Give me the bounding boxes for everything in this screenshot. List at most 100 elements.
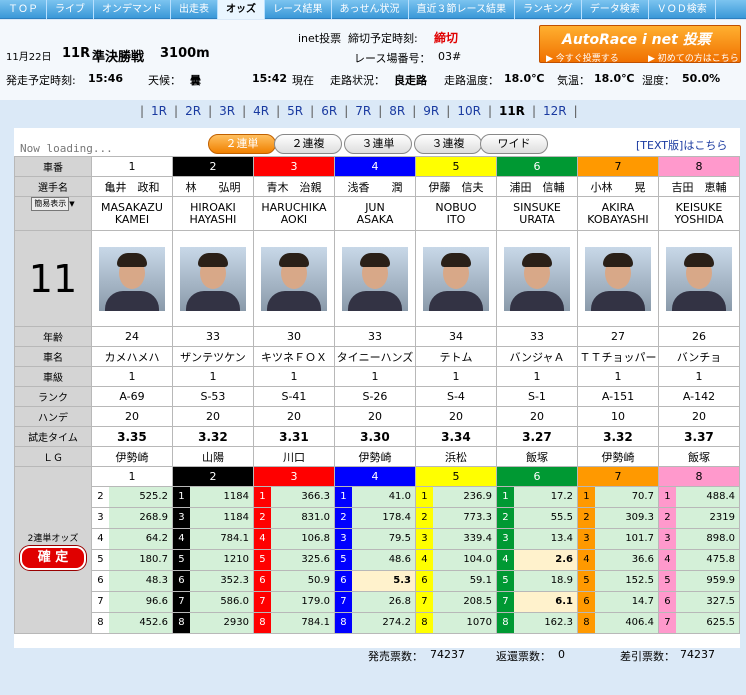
odds-cell[interactable]: 1 41.0	[333, 486, 416, 508]
race-tab-1R[interactable]: 1R	[144, 100, 174, 122]
odds-cell[interactable]: 7 586.0	[171, 591, 254, 613]
race-tab-2R[interactable]: 2R	[178, 100, 208, 122]
odds-cell[interactable]: 6 59.1	[414, 570, 497, 592]
odds-cell[interactable]: 1 17.2	[495, 486, 578, 508]
odds-cell[interactable]: 3 13.4	[495, 528, 578, 550]
race-tab-9R[interactable]: 9R	[416, 100, 446, 122]
odds-cell[interactable]: 1 70.7	[576, 486, 659, 508]
odds-cell[interactable]: 2 831.0	[252, 507, 335, 529]
odds-cell[interactable]: 4 2.6	[495, 549, 578, 571]
odds-cell[interactable]: 5 959.9	[657, 570, 741, 592]
odds-value: 179.0	[270, 592, 334, 612]
odds-cell[interactable]: 8 2930	[171, 612, 254, 634]
race-tab-12R[interactable]: 12R	[536, 100, 574, 122]
odds-cell[interactable]: 1 366.3	[252, 486, 335, 508]
odds-cell[interactable]: 8 452.6	[90, 612, 173, 634]
rider-name[interactable]: 青木 治親	[252, 176, 335, 197]
odds-cell[interactable]: 4 104.0	[414, 549, 497, 571]
race-tab-8R[interactable]: 8R	[382, 100, 412, 122]
odds-cell[interactable]: 2 773.3	[414, 507, 497, 529]
odds-cell[interactable]: 1 488.4	[657, 486, 741, 508]
odds-cell[interactable]: 5 18.9	[495, 570, 578, 592]
odds-cell[interactable]: 3 79.5	[333, 528, 416, 550]
odds-cell[interactable]: 2 2319	[657, 507, 741, 529]
nav-item-2[interactable]: オンデマンド	[94, 0, 171, 19]
odds-cell[interactable]: 6 5.3	[333, 570, 416, 592]
odds-cell[interactable]: 5 1210	[171, 549, 254, 571]
autorace-inet-banner[interactable]: AutoRace i net 投票 ▶ 今すぐ投票する ▶ 初めての方はこちら	[539, 25, 741, 64]
odds-cell[interactable]: 4 784.1	[171, 528, 254, 550]
text-version-link[interactable]: [TEXT版]はこちら	[636, 137, 727, 153]
rider-name[interactable]: 吉田 恵輔	[657, 176, 741, 197]
odds-cell[interactable]: 2 178.4	[333, 507, 416, 529]
odds-cell[interactable]: 8 1070	[414, 612, 497, 634]
nav-item-5[interactable]: レース結果	[265, 0, 332, 19]
odds-cell[interactable]: 4 106.8	[252, 528, 335, 550]
odds-cell[interactable]: 7 96.6	[90, 591, 173, 613]
rider-name[interactable]: 浦田 信輔	[495, 176, 578, 197]
nav-item-0[interactable]: ＴＯＰ	[0, 0, 47, 19]
race-tab-5R[interactable]: 5R	[280, 100, 310, 122]
rider-name[interactable]: 小林 晃	[576, 176, 659, 197]
odds-cell[interactable]: 4 475.8	[657, 549, 741, 571]
banner-vote-now-link[interactable]: ▶ 今すぐ投票する	[546, 51, 619, 64]
odds-cell[interactable]: 7 6.1	[495, 591, 578, 613]
odds-cell[interactable]: 6 14.7	[576, 591, 659, 613]
odds-cell[interactable]: 3 101.7	[576, 528, 659, 550]
rider-name[interactable]: 伊藤 信夫	[414, 176, 497, 197]
nav-item-6[interactable]: あっせん状況	[332, 0, 409, 19]
odds-cell[interactable]: 5 325.6	[252, 549, 335, 571]
odds-cell[interactable]: 2 525.2	[90, 486, 173, 508]
race-tab-4R[interactable]: 4R	[246, 100, 276, 122]
simple-display-select[interactable]: 簡易表示 ▼	[14, 196, 92, 231]
odds-cell[interactable]: 8 406.4	[576, 612, 659, 634]
nav-item-3[interactable]: 出走表	[171, 0, 218, 19]
odds-cell[interactable]: 7 208.5	[414, 591, 497, 613]
nav-item-4[interactable]: オッズ	[218, 0, 265, 19]
odds-cell[interactable]: 1 236.9	[414, 486, 497, 508]
odds-cell[interactable]: 3 268.9	[90, 507, 173, 529]
odds-cell[interactable]: 3 898.0	[657, 528, 741, 550]
odds-cell[interactable]: 2 309.3	[576, 507, 659, 529]
nav-item-8[interactable]: ランキング	[515, 0, 582, 19]
rider-name[interactable]: 林 弘明	[171, 176, 254, 197]
odds-cell[interactable]: 3 339.4	[414, 528, 497, 550]
odds-cell[interactable]: 4 64.2	[90, 528, 173, 550]
race-tab-3R[interactable]: 3R	[212, 100, 242, 122]
race-tab-7R[interactable]: 7R	[348, 100, 378, 122]
bet-type-button-4[interactable]: ワイド	[480, 134, 548, 154]
odds-cell[interactable]: 8 162.3	[495, 612, 578, 634]
rider-given-name-en: HARUCHIKA	[261, 200, 327, 214]
odds-cell[interactable]: 6 327.5	[657, 591, 741, 613]
odds-cell[interactable]: 2 55.5	[495, 507, 578, 529]
odds-cell[interactable]: 4 36.6	[576, 549, 659, 571]
nav-item-7[interactable]: 直近３節レース結果	[409, 0, 515, 19]
banner-first-time-link[interactable]: ▶ 初めての方はこちら	[648, 51, 739, 64]
nav-item-9[interactable]: データ検索	[582, 0, 649, 19]
odds-cell[interactable]: 7 625.5	[657, 612, 741, 634]
bet-type-button-0[interactable]: ２連単	[208, 134, 276, 154]
odds-cell[interactable]: 5 152.5	[576, 570, 659, 592]
bet-type-button-2[interactable]: ３連単	[344, 134, 412, 154]
rider-name-en: HIROAKI HAYASHI	[171, 196, 254, 231]
odds-cell[interactable]: 8 274.2	[333, 612, 416, 634]
odds-cell[interactable]: 3 1184	[171, 507, 254, 529]
odds-cell[interactable]: 1 1184	[171, 486, 254, 508]
race-tab-11R[interactable]: 11R	[492, 100, 532, 122]
race-tab-6R[interactable]: 6R	[314, 100, 344, 122]
odds-cell[interactable]: 5 48.6	[333, 549, 416, 571]
odds-cell[interactable]: 6 50.9	[252, 570, 335, 592]
nav-item-1[interactable]: ライブ	[47, 0, 94, 19]
bet-type-button-3[interactable]: ３連複	[414, 134, 482, 154]
odds-cell[interactable]: 7 26.8	[333, 591, 416, 613]
odds-cell[interactable]: 7 179.0	[252, 591, 335, 613]
rider-name[interactable]: 亀井 政和	[90, 176, 173, 197]
odds-cell[interactable]: 5 180.7	[90, 549, 173, 571]
race-tab-10R[interactable]: 10R	[450, 100, 488, 122]
nav-item-10[interactable]: ＶＯＤ検索	[649, 0, 716, 19]
rider-name[interactable]: 浅香 潤	[333, 176, 416, 197]
bet-type-button-1[interactable]: ２連複	[274, 134, 342, 154]
odds-cell[interactable]: 8 784.1	[252, 612, 335, 634]
odds-cell[interactable]: 6 352.3	[171, 570, 254, 592]
odds-cell[interactable]: 6 48.3	[90, 570, 173, 592]
